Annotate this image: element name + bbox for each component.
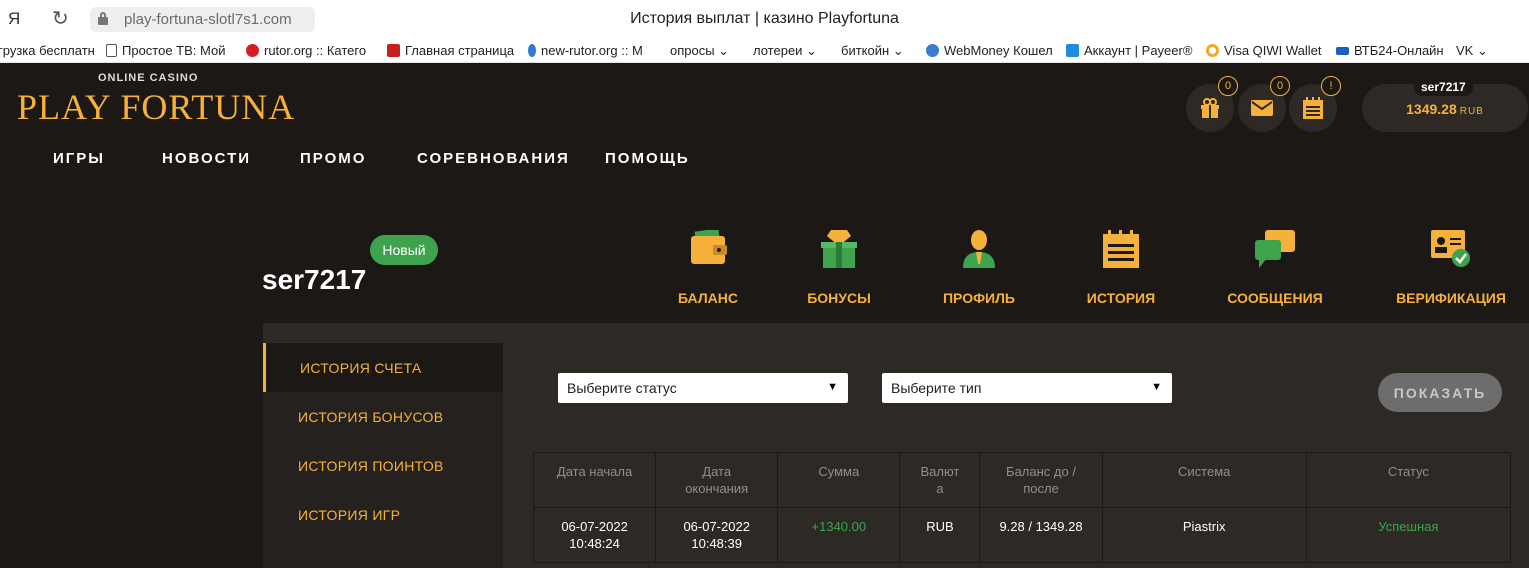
gift-icon xyxy=(1201,98,1219,118)
column-header: Дата начала xyxy=(532,452,657,508)
bookmark-item[interactable]: грузка бесплатн xyxy=(0,43,95,58)
bookmark-item[interactable]: WebMoney Кошел xyxy=(926,43,1053,58)
id-card-check-icon xyxy=(1431,230,1470,267)
notes-count: ! xyxy=(1321,76,1341,96)
type-select[interactable]: Выберите тип ▼ xyxy=(882,373,1172,403)
wallet-icon xyxy=(691,230,727,264)
column-header: Сумма xyxy=(777,452,901,508)
column-header: Баланс до / после xyxy=(979,452,1103,508)
logo[interactable]: PLAY FORTUNA xyxy=(17,86,295,128)
messages-button[interactable]: 0 xyxy=(1238,76,1290,132)
bookmarks-bar: грузка бесплатн Простое ТВ: Мой rutor.or… xyxy=(0,40,1529,63)
tab-verification[interactable]: ВЕРИФИКАЦИЯ xyxy=(1392,230,1510,324)
bookmark-folder[interactable]: VK ⌄ xyxy=(1456,43,1488,59)
history-panel: ИСТОРИЯ СЧЕТА ИСТОРИЯ БОНУСОВ ИСТОРИЯ ПО… xyxy=(263,323,1529,568)
bookmark-folder[interactable]: лотереи ⌄ xyxy=(753,43,817,59)
dropdown-arrow-icon: ▼ xyxy=(827,381,838,393)
cell-end-date: 06-07-2022 10:48:39 xyxy=(655,507,779,563)
cell-amount: +1340.00 xyxy=(777,507,901,563)
nav-games[interactable]: ИГРЫ xyxy=(53,150,105,167)
gift-box-icon xyxy=(821,230,857,268)
tab-bonuses[interactable]: БОНУСЫ xyxy=(800,230,878,324)
column-header: Валют а xyxy=(899,452,981,508)
history-table: Дата начала Дата окончания Сумма Валют а Б… xyxy=(532,452,1512,563)
tab-profile[interactable]: ПРОФИЛЬ xyxy=(938,230,1020,324)
nav-promo[interactable]: ПРОМО xyxy=(300,150,366,167)
messages-count: 0 xyxy=(1270,76,1290,96)
bookmark-folder[interactable]: опросы ⌄ xyxy=(670,43,729,59)
history-sidebar: ИСТОРИЯ СЧЕТА ИСТОРИЯ БОНУСОВ ИСТОРИЯ ПО… xyxy=(263,343,503,568)
gifts-button[interactable]: 0 xyxy=(1186,76,1238,132)
browser-toolbar: Я ↻ play-fortuna-slotl7s1.com История вы… xyxy=(0,0,1529,40)
column-header: Система xyxy=(1101,452,1307,508)
page-title: История выплат | казино Playfortuna xyxy=(630,10,899,27)
nav-competitions[interactable]: СОРЕВНОВАНИЯ xyxy=(417,150,570,167)
webmoney-icon xyxy=(926,44,939,57)
tab-label: ПРОФИЛЬ xyxy=(942,290,1015,306)
gifts-count: 0 xyxy=(1218,76,1238,96)
show-button[interactable]: ПОКАЗАТЬ xyxy=(1378,373,1502,412)
tab-balance[interactable]: БАЛАНС xyxy=(668,230,748,324)
tab-history[interactable]: ИСТОРИЯ xyxy=(1086,230,1156,326)
tab-label: ВЕРИФИКАЦИЯ xyxy=(1396,290,1506,306)
status-badge: Новый xyxy=(370,235,438,265)
tab-label: ИСТОРИЯ xyxy=(1086,290,1156,306)
tab-label: БОНУСЫ xyxy=(807,290,871,306)
payeer-icon xyxy=(1066,44,1079,57)
cell-start-date: 06-07-2022 10:48:24 xyxy=(532,507,657,563)
rutor-icon xyxy=(528,44,536,57)
site-icon xyxy=(387,44,400,57)
nav-help[interactable]: ПОМОЩЬ xyxy=(605,150,690,167)
notepad-icon xyxy=(1303,97,1323,119)
cell-currency: RUB xyxy=(899,507,981,563)
cell-system: Piastrix xyxy=(1101,507,1307,563)
casino-site: ONLINE CASINO PLAY FORTUNA ИГРЫ НОВОСТИ … xyxy=(0,64,1529,568)
bookmark-item[interactable]: Главная страница xyxy=(387,43,514,58)
qiwi-icon xyxy=(1206,44,1219,57)
vtb-icon xyxy=(1336,46,1349,55)
balance: 1349.28 RUB xyxy=(1406,101,1484,117)
profile-name: ser7217 xyxy=(262,264,367,295)
rutor-icon xyxy=(246,44,259,57)
column-header: Статус xyxy=(1305,452,1512,508)
cell-status: Успешная xyxy=(1305,507,1512,563)
tab-label: СООБЩЕНИЯ xyxy=(1227,290,1323,306)
nav-news[interactable]: НОВОСТИ xyxy=(162,150,251,167)
bookmark-item[interactable]: rutor.org :: Катего xyxy=(246,43,366,58)
tab-messages[interactable]: СООБЩЕНИЯ xyxy=(1224,230,1326,324)
bookmark-folder[interactable]: биткойн ⌄ xyxy=(841,43,904,59)
page-icon xyxy=(106,44,117,57)
envelope-icon xyxy=(1251,100,1273,116)
dropdown-arrow-icon: ▼ xyxy=(1151,381,1162,393)
person-icon xyxy=(963,230,995,268)
tab-label: БАЛАНС xyxy=(678,290,738,306)
bookmark-item[interactable]: Простое ТВ: Мой xyxy=(106,43,226,58)
notes-button[interactable]: ! xyxy=(1289,76,1341,132)
bookmark-item[interactable]: Аккаунт | Payeer® xyxy=(1066,43,1192,58)
status-select[interactable]: Выберите статус ▼ xyxy=(558,373,848,403)
table-row: 06-07-2022 10:48:24 06-07-2022 10:48:39 +1… xyxy=(532,507,1512,563)
logo-tagline: ONLINE CASINO xyxy=(98,72,199,84)
bookmark-item[interactable]: ВТБ24-Онлайн xyxy=(1336,43,1444,58)
sidebar-item-games-history[interactable]: ИСТОРИЯ ИГР xyxy=(263,490,503,539)
column-header: Дата окончания xyxy=(655,452,779,508)
bookmark-item[interactable]: Visa QIWI Wallet xyxy=(1206,43,1322,58)
table-header-row: Дата начала Дата окончания Сумма Валют а Б… xyxy=(532,452,1512,508)
sidebar-item-points-history[interactable]: ИСТОРИЯ ПОИНТОВ xyxy=(263,441,503,490)
sidebar-item-account-history[interactable]: ИСТОРИЯ СЧЕТА xyxy=(263,343,503,392)
username: ser7217 xyxy=(1414,78,1473,96)
sidebar-item-bonus-history[interactable]: ИСТОРИЯ БОНУСОВ xyxy=(263,392,503,441)
bookmark-item[interactable]: new-rutor.org :: М xyxy=(528,43,643,58)
cell-balance: 9.28 / 1349.28 xyxy=(979,507,1103,563)
notepad-icon xyxy=(1103,230,1139,268)
user-balance-widget[interactable]: ser7217 1349.28 RUB xyxy=(1362,78,1528,132)
chat-icon xyxy=(1255,230,1295,268)
